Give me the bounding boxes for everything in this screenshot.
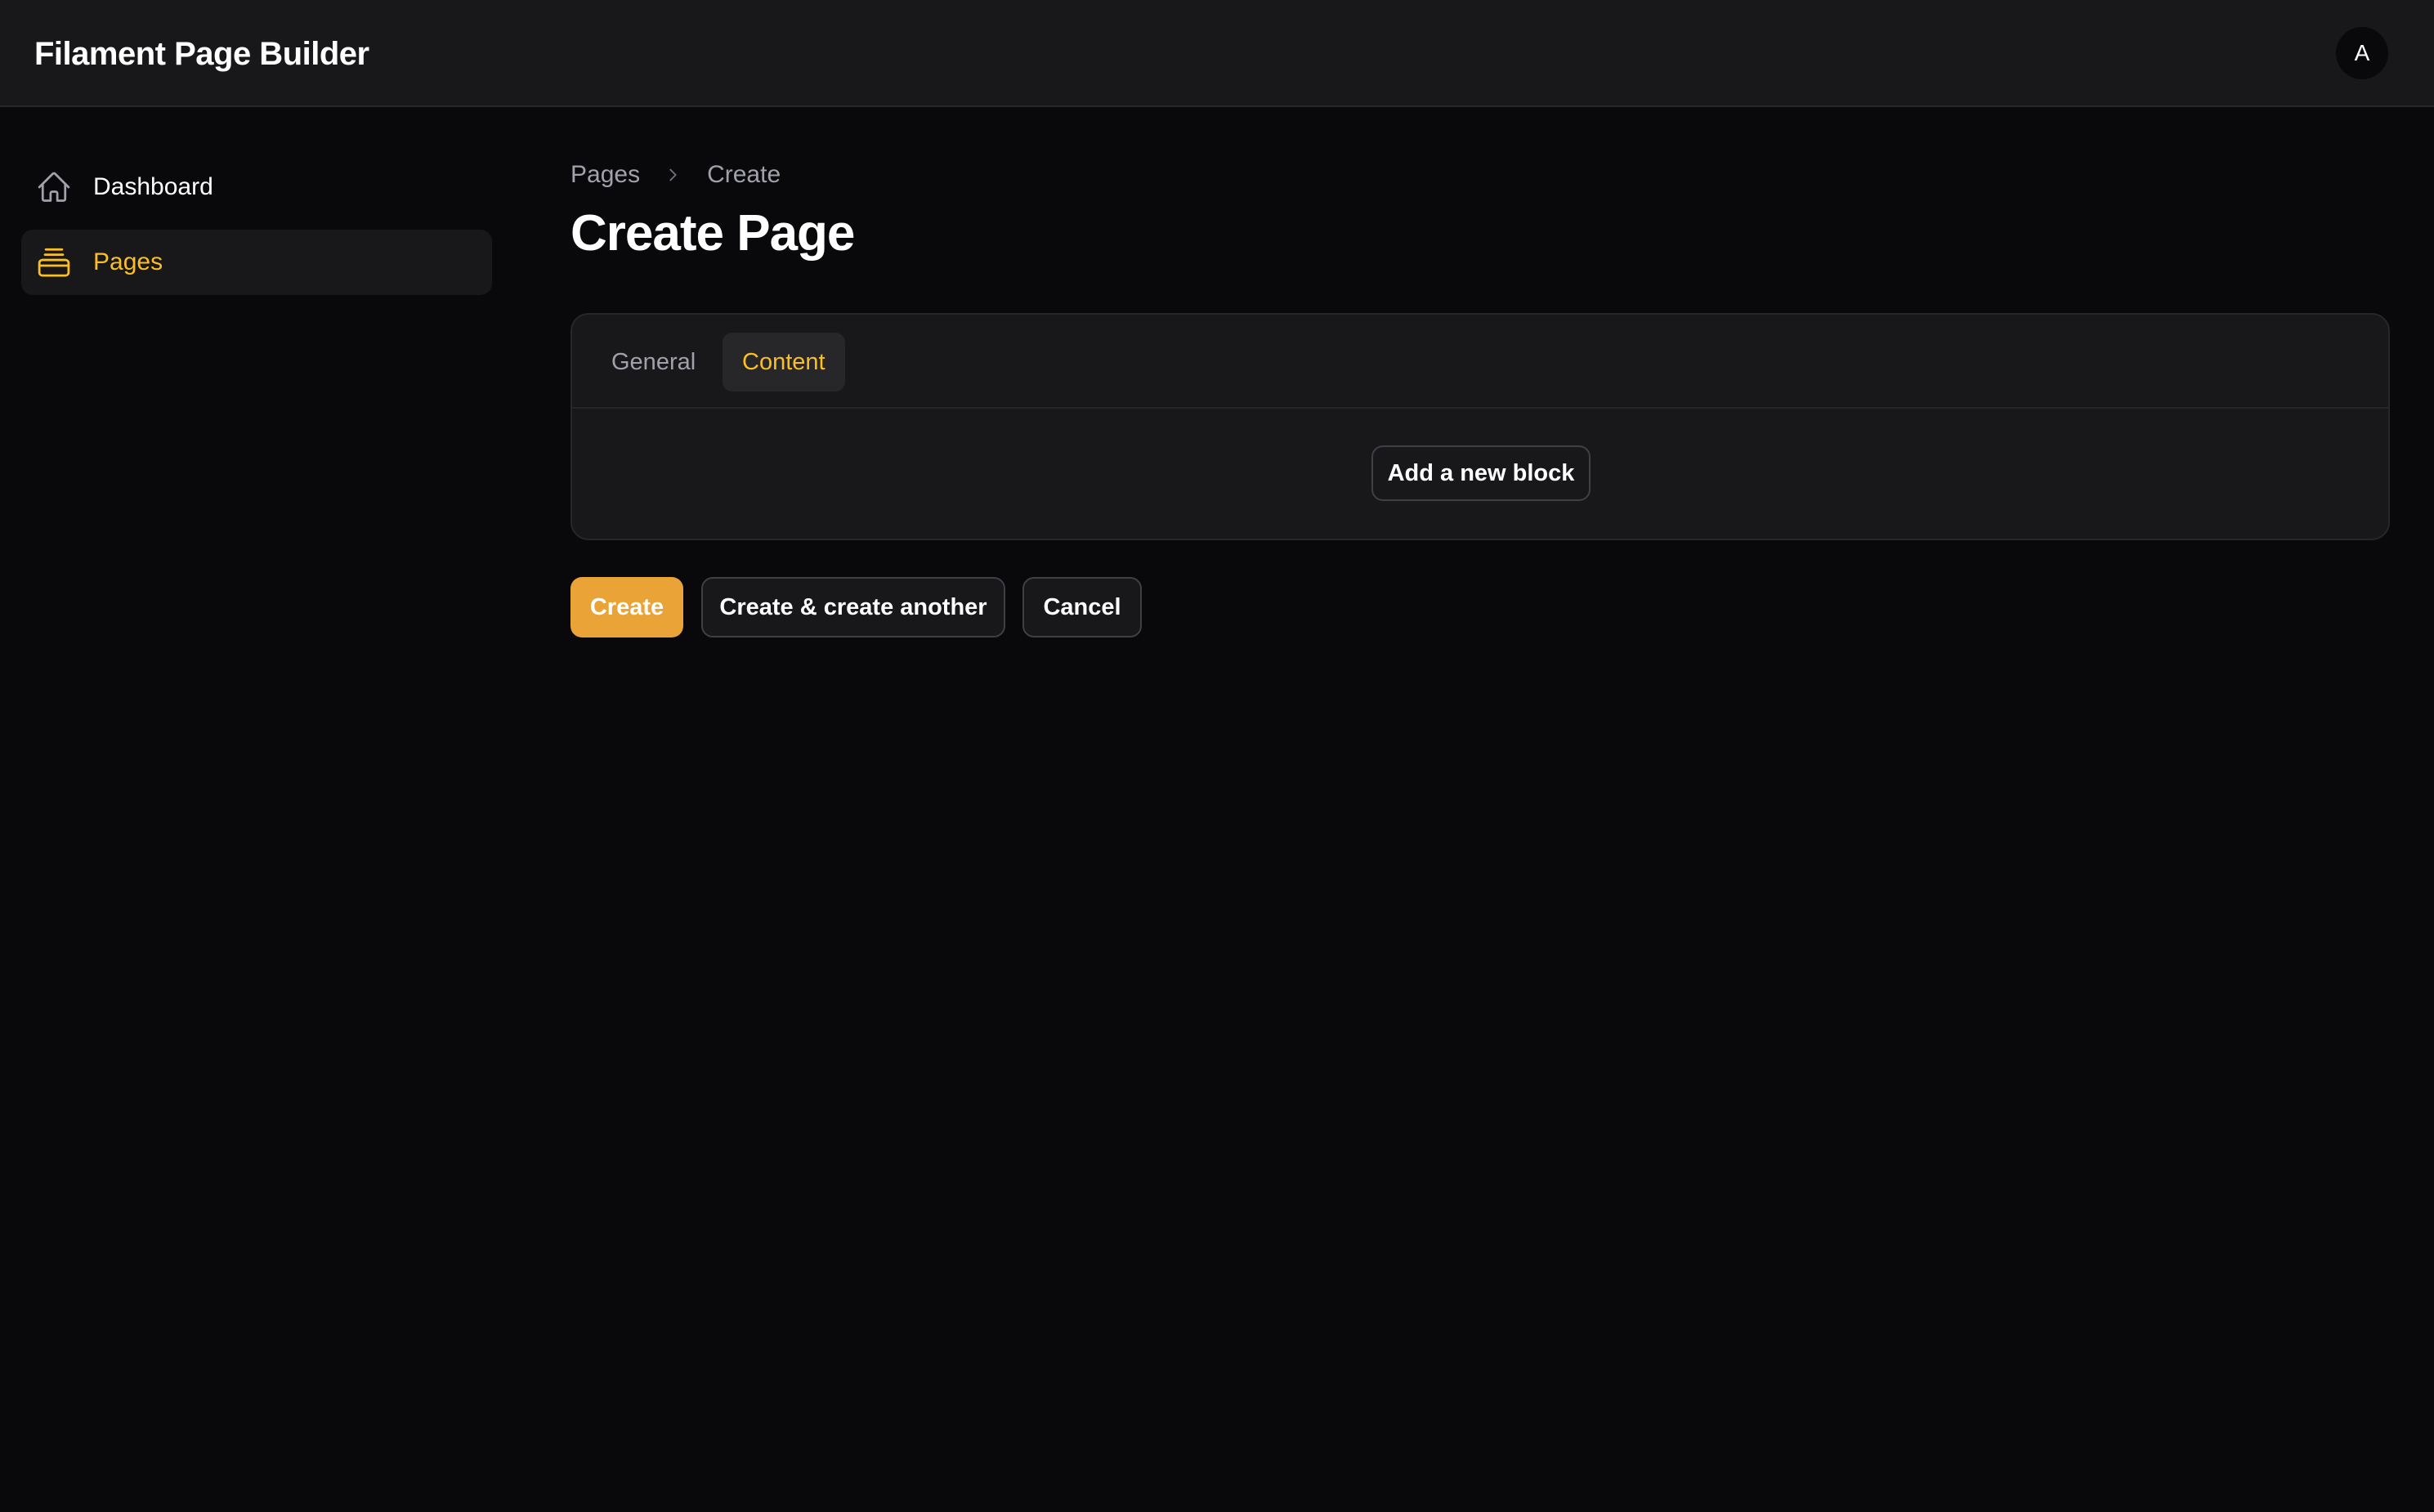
create-another-button[interactable]: Create & create another (701, 577, 1005, 637)
sidebar-item-label: Dashboard (93, 173, 213, 200)
breadcrumb: Pages Create (570, 159, 781, 191)
user-avatar[interactable]: A (2336, 27, 2388, 79)
tab-content[interactable]: Content (723, 333, 845, 391)
home-icon (36, 169, 72, 205)
page-title: Create Page (570, 205, 855, 262)
sidebar-item-dashboard[interactable]: Dashboard (21, 154, 492, 220)
sidebar: Dashboard Pages (0, 109, 523, 1512)
form-panel: General Content Add a new block (570, 313, 2390, 540)
tab-general[interactable]: General (592, 333, 715, 391)
sidebar-item-pages[interactable]: Pages (21, 230, 492, 295)
cancel-button[interactable]: Cancel (1022, 577, 1142, 637)
top-bar: Filament Page Builder A (0, 0, 2434, 107)
app-title[interactable]: Filament Page Builder (34, 31, 369, 77)
breadcrumb-item-pages[interactable]: Pages (570, 161, 640, 189)
chevron-right-icon (663, 165, 682, 185)
sidebar-item-label: Pages (93, 248, 163, 275)
breadcrumb-item-create[interactable]: Create (707, 161, 781, 189)
tab-bar: General Content (572, 315, 2388, 409)
pages-stack-icon (36, 244, 72, 280)
create-button[interactable]: Create (570, 577, 683, 637)
add-block-button[interactable]: Add a new block (1371, 445, 1591, 501)
